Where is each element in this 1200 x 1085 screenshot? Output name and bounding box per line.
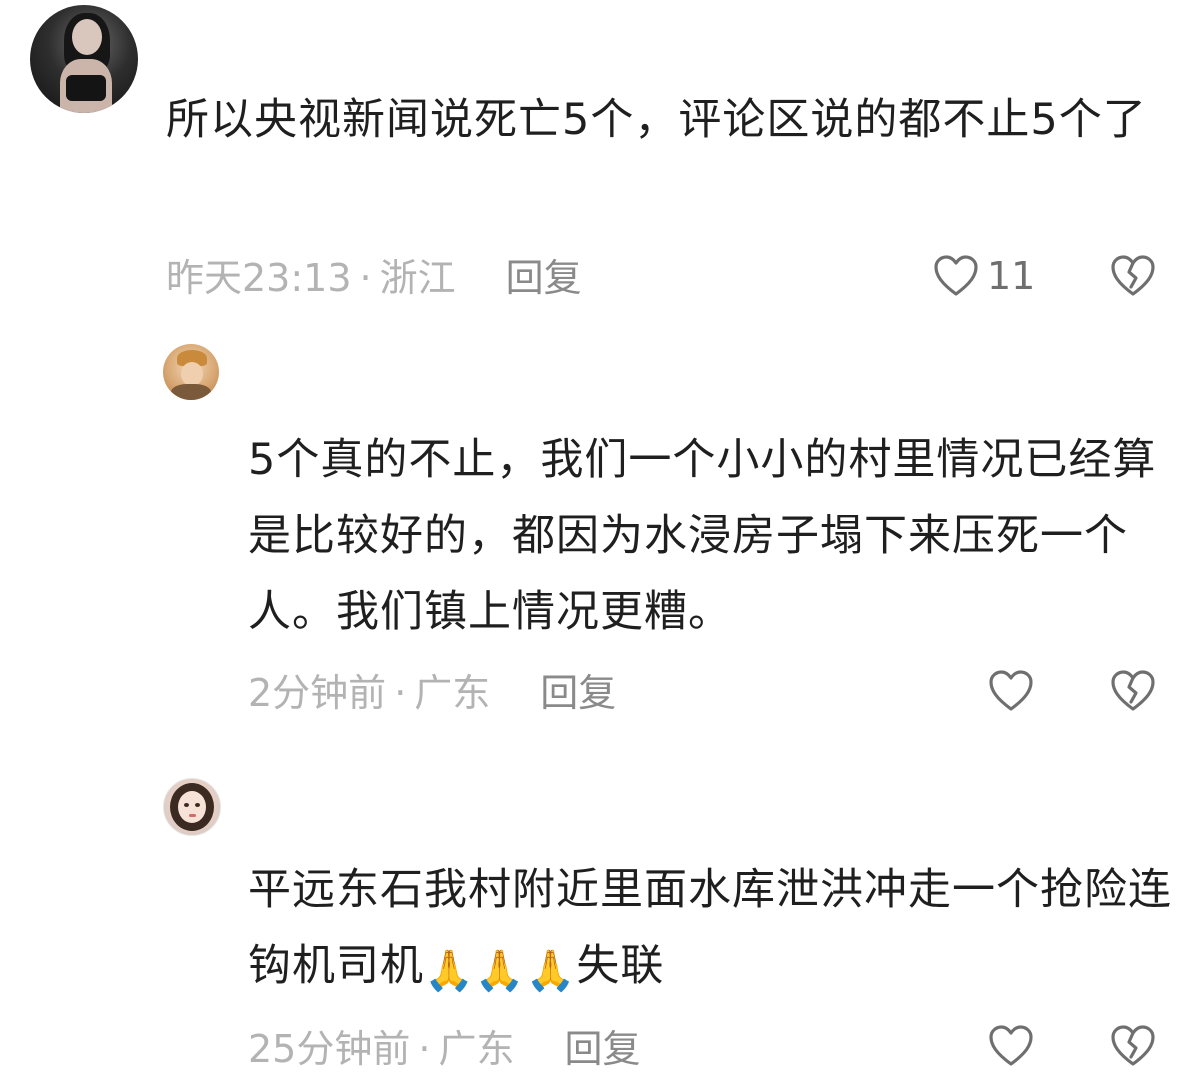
broken-heart-icon — [1111, 1025, 1155, 1066]
comment-text: 所以央视新闻说死亡5个，评论区说的都不止5个了 — [166, 95, 1147, 145]
broken-heart-icon — [1111, 670, 1155, 711]
dislike-button[interactable] — [1110, 254, 1156, 302]
meta-separator: · — [418, 1027, 431, 1071]
comment-meta: 2分钟前 · 广东 回复 — [248, 671, 616, 715]
avatar-clothing — [66, 75, 106, 101]
avatar-body — [171, 384, 211, 400]
avatar-face — [181, 362, 203, 386]
reply-button[interactable]: 回复 — [540, 671, 616, 715]
reply-text-part: 失联 — [576, 941, 665, 991]
commenter-avatar[interactable] — [163, 778, 221, 836]
reply-text: 5个真的不止，我们一个小小的村里情况已经算是比较好的，都因为水浸房子塌下来压死一… — [248, 435, 1157, 637]
like-count: 11 — [987, 254, 1036, 298]
avatar-face — [72, 19, 102, 55]
comment-location: 广东 — [438, 1027, 515, 1071]
avatar-face — [178, 791, 206, 823]
dislike-button[interactable] — [1110, 669, 1156, 717]
heart-outline-icon — [989, 1025, 1033, 1066]
comment-location: 广东 — [414, 671, 491, 715]
avatar-lips — [189, 814, 196, 817]
meta-separator: · — [394, 671, 407, 715]
comment-meta: 昨天23:13 · 浙江 回复 — [166, 256, 582, 300]
heart-outline-icon — [934, 255, 978, 296]
broken-heart-icon — [1111, 255, 1155, 296]
comment-time: 昨天23:13 — [166, 256, 352, 300]
like-button[interactable] — [988, 669, 1034, 713]
comment-time: 2分钟前 — [248, 671, 387, 715]
commenter-avatar[interactable] — [30, 5, 138, 113]
comment-time: 25分钟前 — [248, 1027, 411, 1071]
dislike-button[interactable] — [1110, 1024, 1156, 1072]
heart-outline-icon — [989, 670, 1033, 711]
comment-location: 浙江 — [379, 256, 456, 300]
like-button[interactable] — [988, 1024, 1034, 1068]
meta-separator: · — [359, 256, 372, 300]
commenter-avatar[interactable] — [163, 344, 219, 400]
comment-meta: 25分钟前 · 广东 回复 — [248, 1027, 640, 1071]
avatar-eye — [184, 803, 189, 807]
reply-text: 平远东石我村附近里面水库泄洪冲走一个抢险连钩机司机🙏🙏🙏失联 — [248, 852, 1178, 1004]
like-button[interactable]: 11 — [933, 254, 1035, 298]
avatar-eye — [195, 803, 200, 807]
reply-button[interactable]: 回复 — [564, 1027, 640, 1071]
reply-button[interactable]: 回复 — [506, 256, 582, 300]
reply-text-part: 平远东石我村附近里面水库泄洪冲走一个抢险连钩机司机 — [248, 865, 1172, 991]
folded-hands-emoji: 🙏🙏🙏 — [424, 948, 577, 994]
